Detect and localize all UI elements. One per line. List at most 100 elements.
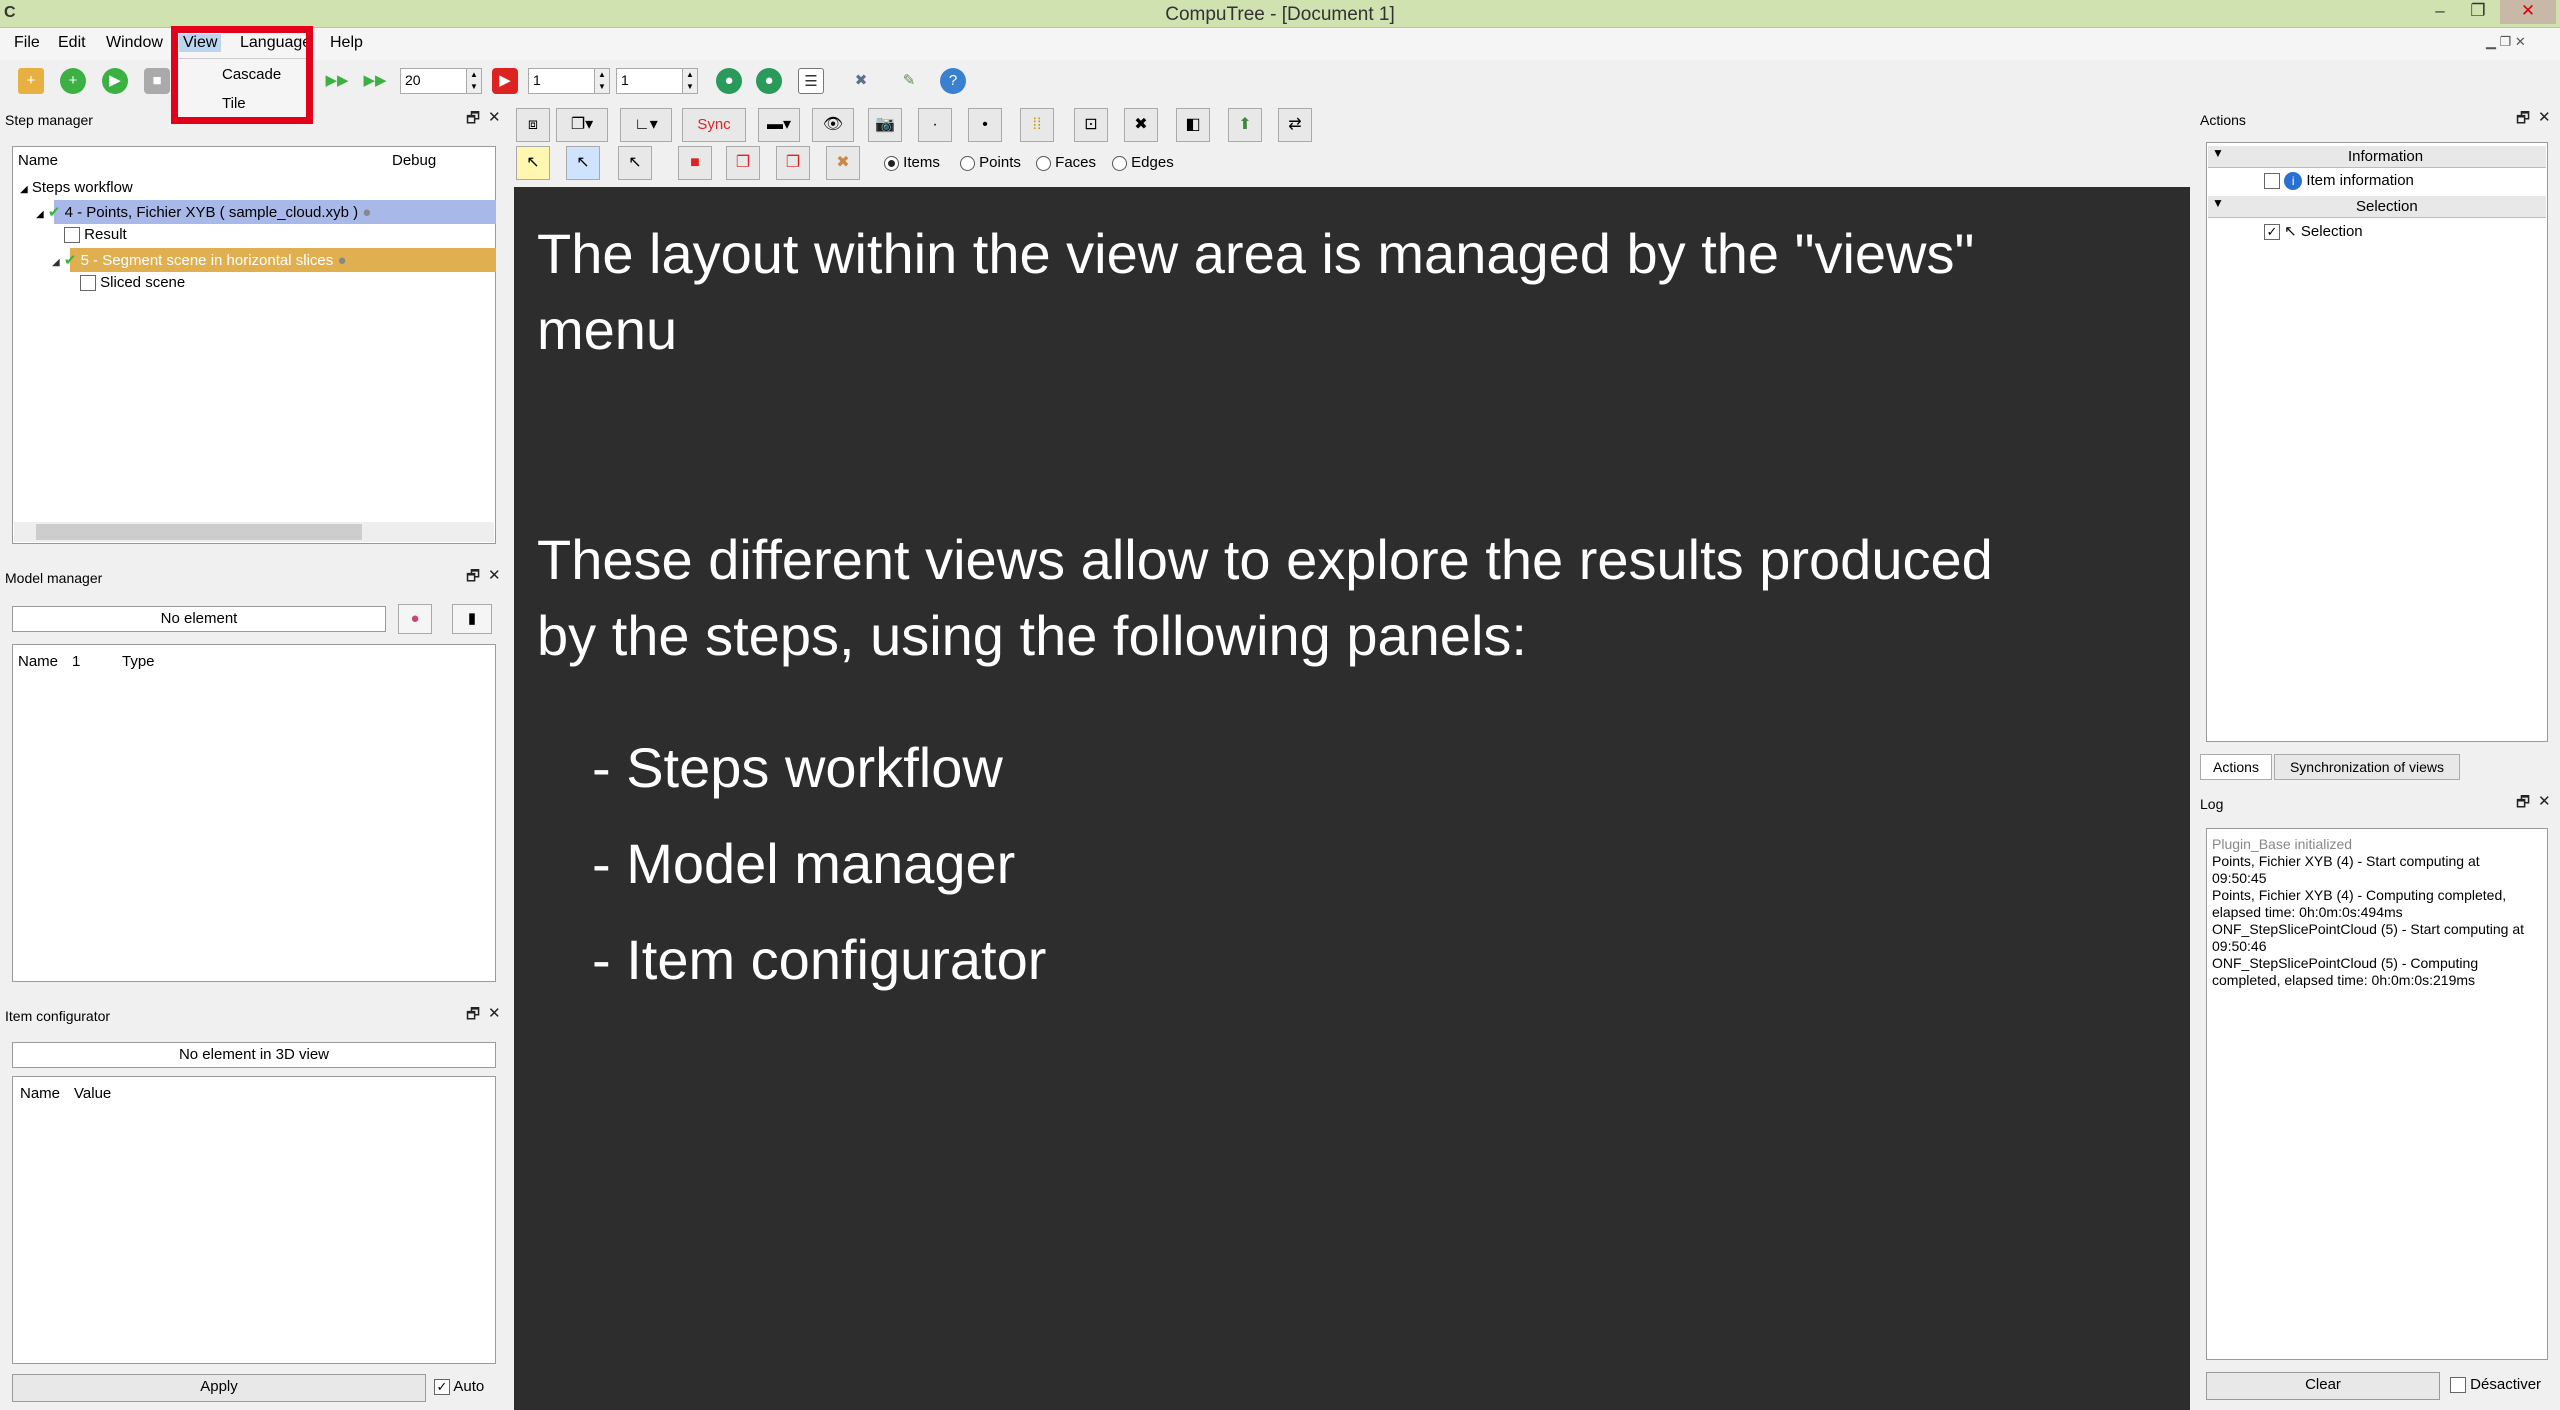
item-element-select[interactable]: No element in 3D view <box>12 1042 496 1068</box>
speed-spinner-arrows[interactable]: ▲ ▼ <box>466 68 482 94</box>
model-col-type[interactable]: Type <box>122 653 155 670</box>
model-manager-float-icon[interactable]: 🗗 <box>466 566 480 591</box>
minimize-icon[interactable]: – <box>2420 0 2460 24</box>
help-icon[interactable]: ? <box>940 68 966 94</box>
step4-item[interactable]: ◢ ✔ 4 - Points, Fichier XYB ( sample_clo… <box>36 203 371 221</box>
actions-float-icon[interactable]: 🗗 <box>2516 108 2530 133</box>
camera-settings-icon[interactable]: ▬▾ <box>758 108 800 142</box>
step-forward-icon[interactable]: ▶▶ <box>324 68 350 94</box>
gradient-icon[interactable]: ▮ <box>452 604 492 634</box>
result-item[interactable]: Result <box>64 226 127 244</box>
speed-input[interactable]: 20 <box>400 68 468 94</box>
mdi-controls[interactable]: ▁ ❐ ✕ <box>2486 34 2526 50</box>
clear-button[interactable]: Clear <box>2206 1372 2440 1400</box>
log-close-icon[interactable]: ✕ <box>2538 792 2551 810</box>
stop-icon[interactable]: ■ <box>144 68 170 94</box>
radio-points-dot[interactable] <box>960 155 975 171</box>
swap-icon[interactable]: ⇄ <box>1278 108 1312 142</box>
globe-icon[interactable]: ● <box>716 68 742 94</box>
screenshot-icon[interactable]: 📷 <box>868 108 902 142</box>
column-header-name[interactable]: Name <box>18 152 58 169</box>
add-step-icon[interactable]: + <box>60 68 86 94</box>
item-col-value[interactable]: Value <box>74 1085 111 1102</box>
restore-icon[interactable]: ❐ <box>2458 0 2498 24</box>
tab-actions[interactable]: Actions <box>2200 754 2272 780</box>
clear-selection-icon[interactable]: ✖ <box>826 146 860 180</box>
sliced-scene-checkbox[interactable] <box>80 275 96 292</box>
contrast-icon[interactable]: ◧ <box>1176 108 1210 142</box>
radio-items[interactable]: Items <box>884 154 940 171</box>
point-size-small-icon[interactable]: · <box>918 108 952 142</box>
radio-edges-dot[interactable] <box>1112 155 1127 171</box>
result-checkbox[interactable] <box>64 227 80 244</box>
selection-row[interactable]: ✓ ↖ Selection <box>2264 222 2363 241</box>
point-size-large-icon[interactable]: • <box>968 108 1002 142</box>
collapse-icon[interactable]: ▼ <box>2212 196 2224 210</box>
radio-edges[interactable]: Edges <box>1112 154 1174 171</box>
view-cube-icon[interactable]: ⧈ <box>516 108 550 142</box>
desactiver-toggle[interactable]: Désactiver <box>2450 1376 2541 1394</box>
axis-icon[interactable]: ∟▾ <box>620 108 672 142</box>
grid-icon[interactable]: ⁞⁞ <box>1020 108 1054 142</box>
desactiver-checkbox[interactable] <box>2450 1377 2466 1394</box>
model-element-select[interactable]: No element <box>12 606 386 632</box>
jump-spinner-arrows[interactable]: ▲ ▼ <box>594 68 610 94</box>
color-palette-icon[interactable]: ● <box>398 604 432 634</box>
select-single-icon[interactable]: ■ <box>678 146 712 180</box>
tree-root[interactable]: ◢ Steps workflow <box>20 179 133 196</box>
selection-checkbox[interactable]: ✓ <box>2264 224 2280 241</box>
sync-button[interactable]: Sync <box>682 108 746 142</box>
model-manager-close-icon[interactable]: ✕ <box>488 566 501 584</box>
menu-help[interactable]: Help <box>326 34 367 52</box>
radio-faces[interactable]: Faces <box>1036 154 1096 171</box>
menu-edit[interactable]: Edit <box>54 34 90 52</box>
eye-icon[interactable]: 👁 <box>812 108 854 142</box>
globe-settings-icon[interactable]: ● <box>756 68 782 94</box>
step-manager-float-icon[interactable]: 🗗 <box>466 108 480 133</box>
model-col-name[interactable]: Name <box>18 653 58 670</box>
radio-points[interactable]: Points <box>960 154 1021 171</box>
tools-icon[interactable]: ✖ <box>848 68 874 94</box>
item-information-row[interactable]: i Item information <box>2264 172 2414 191</box>
jump-input[interactable]: 1 <box>528 68 596 94</box>
radio-faces-dot[interactable] <box>1036 155 1051 171</box>
sliced-scene-item[interactable]: Sliced scene <box>80 274 185 292</box>
item-col-name[interactable]: Name <box>20 1085 60 1102</box>
item-configurator-float-icon[interactable]: 🗗 <box>466 1004 480 1029</box>
select-replace-icon[interactable]: ❐ <box>776 146 810 180</box>
select-multi-icon[interactable]: ❐ <box>726 146 760 180</box>
close-window-icon[interactable]: ✕ <box>2500 0 2556 24</box>
open-folder-icon[interactable]: + <box>18 68 44 94</box>
view-mode-icon[interactable]: ❐▾ <box>556 108 608 142</box>
list-icon[interactable]: ☰ <box>798 68 824 94</box>
interval-input[interactable]: 1 <box>616 68 684 94</box>
select-add-icon[interactable]: ↖ <box>566 146 600 180</box>
debug-circle-icon[interactable]: ● <box>337 252 346 269</box>
interval-spinner-arrows[interactable]: ▲ ▼ <box>682 68 698 94</box>
log-float-icon[interactable]: 🗗 <box>2516 792 2530 817</box>
select-pointer-icon[interactable]: ↖ <box>516 146 550 180</box>
auto-toggle[interactable]: ✓ Auto <box>434 1378 484 1396</box>
menu-window[interactable]: Window <box>102 34 167 52</box>
scrollbar-thumb[interactable] <box>36 524 362 540</box>
brush-icon[interactable]: ✎ <box>896 68 922 94</box>
debug-circle-icon[interactable]: ● <box>362 204 371 221</box>
fast-forward-icon[interactable]: ▶▶ <box>362 68 388 94</box>
auto-checkbox[interactable]: ✓ <box>434 1379 450 1396</box>
model-col-1[interactable]: 1 <box>72 653 80 670</box>
collapse-icon[interactable]: ▼ <box>2212 146 2224 160</box>
actions-close-icon[interactable]: ✕ <box>2538 108 2551 126</box>
config-tools-icon[interactable]: ✖ <box>1124 108 1158 142</box>
menu-file[interactable]: File <box>10 34 44 52</box>
step-manager-close-icon[interactable]: ✕ <box>488 108 501 126</box>
tab-synchronization[interactable]: Synchronization of views <box>2274 754 2460 780</box>
item-information-checkbox[interactable] <box>2264 173 2280 190</box>
apply-button[interactable]: Apply <box>12 1374 426 1402</box>
column-header-debug[interactable]: Debug <box>392 152 436 169</box>
export-icon[interactable]: ⬆ <box>1228 108 1262 142</box>
record-icon[interactable]: ▶ <box>492 68 518 94</box>
play-icon[interactable]: ▶ <box>102 68 128 94</box>
radio-items-dot[interactable] <box>884 155 899 171</box>
select-remove-icon[interactable]: ↖ <box>618 146 652 180</box>
fit-view-icon[interactable]: ⊡ <box>1074 108 1108 142</box>
